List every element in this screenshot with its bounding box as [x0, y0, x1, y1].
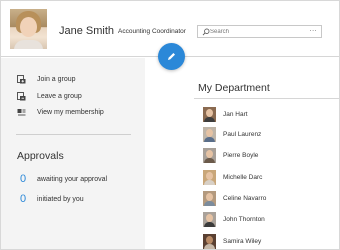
- search-icon: [202, 28, 210, 36]
- join-group-label: Join a group: [37, 75, 76, 83]
- list-item[interactable]: Paul Laurenz: [203, 126, 261, 142]
- member-name: Pierre Boyle: [223, 151, 259, 159]
- more-options-icon[interactable]: ...: [310, 26, 317, 33]
- view-membership-label: View my membership: [37, 108, 104, 116]
- list-item[interactable]: Pierre Boyle: [203, 147, 258, 163]
- search-input[interactable]: [210, 27, 305, 37]
- approval-label: initiated by you: [37, 195, 84, 203]
- user-name: Jane Smith: [59, 25, 115, 37]
- avatar: [203, 211, 216, 227]
- leave-group-action[interactable]: Leave a group: [17, 90, 82, 102]
- list-item[interactable]: Michelle Darc: [203, 169, 262, 185]
- list-item[interactable]: Samira Wiley: [203, 233, 261, 249]
- list-item[interactable]: Jan Hart: [203, 106, 248, 122]
- member-name: Jan Hart: [223, 110, 248, 118]
- avatar[interactable]: [10, 9, 47, 49]
- view-membership-action[interactable]: View my membership: [17, 106, 104, 118]
- approval-count: 0: [20, 173, 27, 185]
- leave-group-icon: [17, 91, 26, 100]
- membership-icon: [17, 108, 26, 115]
- join-group-icon: [17, 74, 26, 83]
- approval-label: awaiting your approval: [37, 175, 108, 183]
- list-item[interactable]: Celine Navarro: [203, 190, 266, 206]
- avatar: [203, 106, 216, 122]
- divider: [194, 98, 339, 99]
- department-title: My Department: [198, 82, 270, 94]
- leave-group-label: Leave a group: [37, 92, 82, 100]
- avatar: [203, 233, 216, 249]
- member-name: John Thornton: [223, 215, 265, 223]
- avatar: [203, 169, 216, 185]
- approvals-title: Approvals: [17, 150, 64, 162]
- member-name: Celine Navarro: [223, 194, 267, 202]
- avatar: [203, 190, 216, 206]
- department-panel: My Department Jan Hart Paul Laurenz Pier…: [145, 58, 339, 249]
- divider: [16, 134, 131, 135]
- pencil-icon: [168, 53, 175, 60]
- user-title: Accounting Coordinator: [118, 28, 186, 35]
- avatar: [203, 126, 216, 142]
- member-name: Paul Laurenz: [223, 130, 262, 138]
- approval-initiated[interactable]: 0 initiated by you: [20, 193, 84, 205]
- actions-panel: Join a group Leave a group View my membe…: [1, 58, 145, 249]
- approval-awaiting[interactable]: 0 awaiting your approval: [20, 173, 107, 185]
- join-group-action[interactable]: Join a group: [17, 73, 76, 85]
- search-box[interactable]: ...: [197, 25, 322, 38]
- member-name: Samira Wiley: [223, 237, 262, 245]
- edit-profile-button[interactable]: [158, 43, 185, 70]
- list-item[interactable]: John Thornton: [203, 211, 265, 227]
- avatar: [203, 147, 216, 163]
- member-name: Michelle Darc: [223, 173, 263, 181]
- approval-count: 0: [20, 193, 27, 205]
